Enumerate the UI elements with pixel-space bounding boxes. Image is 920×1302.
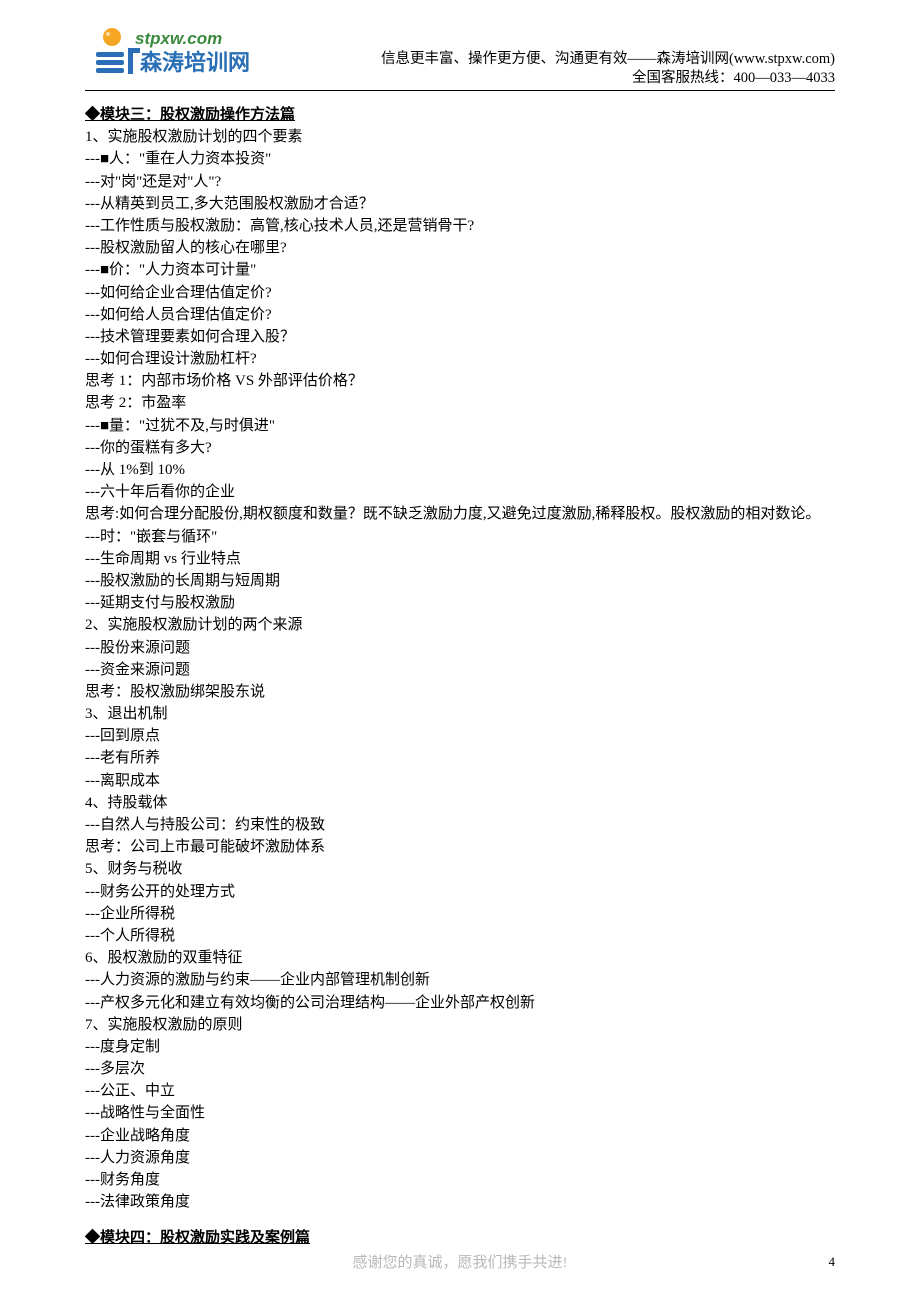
page-number: 4 — [829, 1254, 836, 1270]
body-line: ---如何给企业合理估值定价? — [85, 282, 835, 304]
body-line: ---六十年后看你的企业 — [85, 481, 835, 503]
footer-text: 感谢您的真诚，愿我们携手共进! — [0, 1251, 920, 1272]
body-line: ---战略性与全面性 — [85, 1102, 835, 1124]
body-line: ---老有所养 — [85, 747, 835, 769]
hotline: 全国客服热线：400—033—4033 — [381, 69, 835, 88]
header-divider — [85, 90, 835, 91]
body-line: ---如何给人员合理估值定价? — [85, 304, 835, 326]
body-line: 思考 1：内部市场价格 VS 外部评估价格？ — [85, 370, 835, 392]
module3-body: 1、实施股权激励计划的四个要素---■人："重在人力资本投资"---对"岗"还是… — [85, 126, 835, 1213]
body-line: ---自然人与持股公司：约束性的极致 — [85, 814, 835, 836]
body-line: ---企业战略角度 — [85, 1125, 835, 1147]
body-line: 4、持股载体 — [85, 792, 835, 814]
body-line: ---人力资源角度 — [85, 1147, 835, 1169]
header-info: 信息更丰富、操作更方便、沟通更有效——森涛培训网(www.stpxw.com) … — [381, 50, 835, 88]
body-line: ---多层次 — [85, 1058, 835, 1080]
body-line: ---财务角度 — [85, 1169, 835, 1191]
logo-url: stpxw.com — [135, 29, 222, 48]
body-line: ---产权多元化和建立有效均衡的公司治理结构——企业外部产权创新 — [85, 992, 835, 1014]
body-line: 5、财务与税收 — [85, 858, 835, 880]
body-line: 思考:如何合理分配股份,期权额度和数量？既不缺乏激励力度,又避免过度激励,稀释股… — [85, 503, 835, 525]
body-line: ---工作性质与股权激励：高管,核心技术人员,还是营销骨干? — [85, 215, 835, 237]
body-line: ---■量："过犹不及,与时俱进" — [85, 415, 835, 437]
body-line: ---企业所得税 — [85, 903, 835, 925]
body-line: ---离职成本 — [85, 770, 835, 792]
body-line: 思考：股权激励绑架股东说 — [85, 681, 835, 703]
body-line: ---对"岗"还是对"人"? — [85, 171, 835, 193]
logo-name: 森涛培训网 — [140, 50, 250, 75]
body-line: ---从 1%到 10% — [85, 459, 835, 481]
logo: stpxw.com 森涛培训网 — [90, 26, 250, 78]
body-line: ---法律政策角度 — [85, 1191, 835, 1213]
body-line: ---股权激励的长周期与短周期 — [85, 570, 835, 592]
body-line: ---技术管理要素如何合理入股？ — [85, 326, 835, 348]
body-line: ---回到原点 — [85, 725, 835, 747]
body-line: ---如何合理设计激励杠杆? — [85, 348, 835, 370]
body-line: 思考 2：市盈率 — [85, 392, 835, 414]
body-line: ---公正、中立 — [85, 1080, 835, 1102]
body-line: ---财务公开的处理方式 — [85, 881, 835, 903]
body-line: 思考：公司上市最可能破坏激励体系 — [85, 836, 835, 858]
body-line: ---生命周期 vs 行业特点 — [85, 548, 835, 570]
page-content: ◆模块三：股权激励操作方法篇 1、实施股权激励计划的四个要素---■人："重在人… — [0, 90, 920, 1250]
body-line: ---资金来源问题 — [85, 659, 835, 681]
module3-title: ◆模块三：股权激励操作方法篇 — [85, 104, 835, 126]
body-line: ---延期支付与股权激励 — [85, 592, 835, 614]
body-line: ---人力资源的激励与约束——企业内部管理机制创新 — [85, 969, 835, 991]
body-line: ---时："嵌套与循环" — [85, 526, 835, 548]
body-line: ---■人："重在人力资本投资" — [85, 148, 835, 170]
body-line: 2、实施股权激励计划的两个来源 — [85, 614, 835, 636]
body-line: ---股权激励留人的核心在哪里? — [85, 237, 835, 259]
body-line: ---个人所得税 — [85, 925, 835, 947]
body-line: 1、实施股权激励计划的四个要素 — [85, 126, 835, 148]
body-line: ---股份来源问题 — [85, 637, 835, 659]
body-line: 7、实施股权激励的原则 — [85, 1014, 835, 1036]
body-line: ---■价："人力资本可计量" — [85, 259, 835, 281]
body-line: 6、股权激励的双重特征 — [85, 947, 835, 969]
body-line: ---度身定制 — [85, 1036, 835, 1058]
body-line: ---你的蛋糕有多大? — [85, 437, 835, 459]
tagline: 信息更丰富、操作更方便、沟通更有效——森涛培训网(www.stpxw.com) — [381, 50, 835, 69]
page-header: stpxw.com 森涛培训网 信息更丰富、操作更方便、沟通更有效——森涛培训网… — [0, 0, 920, 90]
body-line: ---从精英到员工,多大范围股权激励才合适？ — [85, 193, 835, 215]
body-line: 3、退出机制 — [85, 703, 835, 725]
module4-title: ◆模块四：股权激励实践及案例篇 — [85, 1227, 835, 1249]
